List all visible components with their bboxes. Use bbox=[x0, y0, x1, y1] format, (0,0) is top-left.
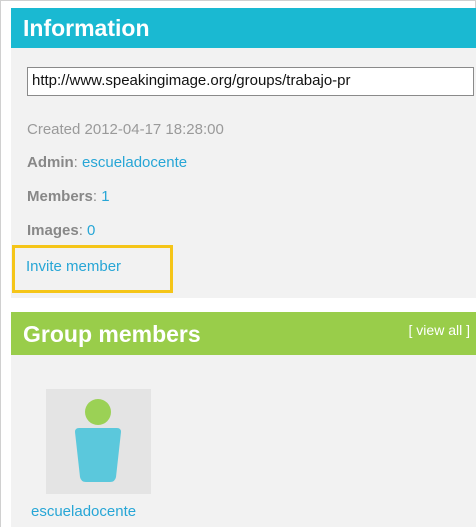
member-avatar[interactable] bbox=[46, 389, 151, 494]
group-url-field[interactable]: http://www.speakingimage.org/groups/trab… bbox=[27, 67, 474, 96]
group-members-header: Group members [ view all ] bbox=[11, 312, 476, 355]
members-label: Members bbox=[27, 188, 93, 205]
avatar-body bbox=[75, 428, 121, 482]
admin-line: Admin: escueladocente bbox=[27, 154, 187, 171]
admin-label: Admin bbox=[27, 154, 74, 171]
members-count-link[interactable]: 1 bbox=[101, 188, 109, 205]
information-header: Information bbox=[11, 8, 476, 48]
images-label: Images bbox=[27, 222, 79, 239]
images-separator: : bbox=[78, 222, 88, 239]
information-title: Information bbox=[23, 15, 150, 41]
member-name-link[interactable]: escueladocente bbox=[31, 503, 136, 520]
avatar-head bbox=[85, 399, 111, 425]
panel-gap bbox=[11, 298, 476, 312]
images-count-link[interactable]: 0 bbox=[87, 222, 95, 239]
created-date: Created 2012-04-17 18:28:00 bbox=[27, 121, 224, 138]
view-all-link[interactable]: [ view all ] bbox=[409, 322, 470, 338]
images-line: Images: 0 bbox=[27, 222, 95, 239]
admin-separator: : bbox=[73, 154, 83, 171]
user-avatar-icon bbox=[75, 399, 121, 482]
invite-member-link[interactable]: Invite member bbox=[26, 258, 121, 275]
members-line: Members: 1 bbox=[27, 188, 110, 205]
group-members-title: Group members bbox=[23, 321, 201, 347]
admin-link[interactable]: escueladocente bbox=[82, 154, 187, 171]
members-separator: : bbox=[92, 188, 102, 205]
